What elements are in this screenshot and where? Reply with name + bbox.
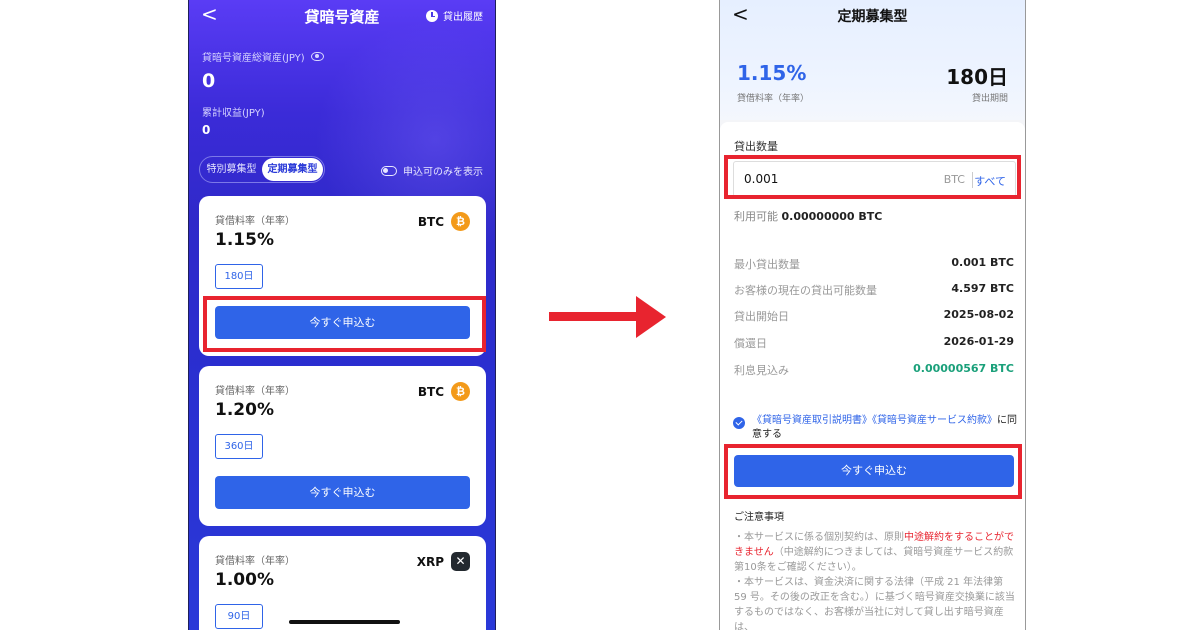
total-assets-value: 0 (202, 70, 216, 92)
tab-regular[interactable]: 定期募集型 (262, 158, 323, 181)
toggle-icon[interactable] (381, 165, 397, 176)
detail-key: 償還日 (734, 337, 767, 350)
rate-value: 1.15% (215, 230, 274, 250)
profit-value: 0 (202, 123, 211, 137)
notes-text: ・本サービスに係る個別契約は、原則中途解約をすることができません（中途解約につき… (734, 530, 1016, 630)
notes-title: ご注意事項 (734, 512, 784, 523)
term-badge: 90日 (215, 604, 263, 629)
toggle-label: 申込可のみを表示 (403, 167, 483, 178)
rate-label: 貸借料率（年率） (737, 94, 810, 104)
coin-tag: BTC ₿ (418, 382, 470, 401)
highlight-box (724, 444, 1022, 499)
highlight-box (203, 296, 486, 352)
available-label: 利用可能 (734, 210, 778, 223)
right-phone-screen: < 定期募集型 1.15% 貸借料率（年率） 180日 貸出期間 貸出数量 0.… (719, 0, 1026, 630)
detail-row: 利息見込み 0.00000567 BTC (734, 362, 1014, 377)
xrp-icon: ✕ (451, 552, 470, 571)
coin-name: BTC (417, 214, 444, 229)
rate-value: 1.20% (215, 400, 274, 420)
bitcoin-icon: ₿ (451, 212, 470, 231)
clock-icon (426, 9, 438, 22)
total-assets-label: 貸暗号資産総資産(JPY) (202, 49, 324, 64)
detail-key: お客様の現在の貸出可能数量 (734, 284, 877, 297)
left-phone-screen: < 貸暗号資産 貸出履歴 貸暗号資産総資産(JPY) 0 累計収益(JPY) 0… (188, 0, 496, 630)
period-label: 貸出期間 (971, 94, 1008, 104)
detail-key: 貸出開始日 (734, 310, 789, 323)
rate-label: 貸借料率（年率） (215, 386, 295, 397)
tab-special[interactable]: 特別募集型 (201, 158, 262, 181)
detail-row: お客様の現在の貸出可能数量 4.597 BTC (734, 282, 1014, 297)
detail-value: 2026-01-29 (943, 335, 1014, 348)
coin-tag: XRP ✕ (417, 552, 470, 571)
apply-button[interactable]: 今すぐ申込む (215, 476, 470, 509)
detail-value: 4.597 BTC (951, 282, 1014, 295)
rate-label: 貸借料率（年率） (215, 556, 295, 567)
detail-key: 利息見込み (734, 364, 789, 377)
highlight-box (724, 155, 1021, 199)
profit-label: 累計収益(JPY) (202, 108, 265, 119)
terms-link[interactable]: 《貸暗号資産取引説明書》《貸暗号資産サービス約款》 (752, 415, 997, 426)
eye-icon[interactable] (310, 52, 324, 61)
left-nav-bar: < 貸暗号資産 貸出履歴 (189, 0, 495, 30)
agreement-text: 《貸暗号資産取引説明書》《貸暗号資産サービス約款》に同意する (752, 414, 1018, 442)
home-indicator[interactable] (289, 620, 400, 624)
detail-row: 貸出開始日 2025-08-02 (734, 308, 1014, 323)
available-balance: 利用可能 0.00000000 BTC (734, 208, 882, 224)
agreement-row: 《貸暗号資産取引説明書》《貸暗号資産サービス約款》に同意する (733, 414, 1018, 442)
term-badge: 180日 (215, 264, 263, 289)
rate-value: 1.15% (737, 61, 807, 85)
term-badge: 360日 (215, 434, 263, 459)
summary-header: < 定期募集型 1.15% 貸借料率（年率） 180日 貸出期間 (720, 0, 1025, 120)
period-value: 180日 (946, 65, 1008, 89)
detail-row: 償還日 2026-01-29 (734, 335, 1014, 350)
coin-tag: BTC ₿ (418, 212, 470, 231)
detail-value: 2025-08-02 (943, 308, 1014, 321)
product-card: 貸借料率（年率） 1.20% BTC ₿ 360日 今すぐ申込む (199, 366, 486, 526)
page-title: 定期募集型 (837, 9, 908, 25)
note1-b: （中途解約につきましては、貸暗号資産サービス約款第10条をご確認ください）。 (734, 547, 1014, 573)
filter-toggle[interactable]: 申込可のみを表示 (381, 163, 483, 178)
arrow-head-icon (636, 296, 666, 338)
total-assets-text: 貸暗号資産総資産(JPY) (202, 53, 305, 64)
bitcoin-icon: ₿ (451, 382, 470, 401)
tab-group: 特別募集型 定期募集型 (199, 156, 325, 183)
detail-key: 最小貸出数量 (734, 258, 800, 271)
history-link[interactable]: 貸出履歴 (426, 8, 483, 23)
detail-value: 0.001 BTC (951, 256, 1014, 269)
coin-name: XRP (416, 554, 444, 569)
coin-name: BTC (417, 384, 444, 399)
interest-value: 0.00000567 BTC (913, 362, 1014, 375)
rate-value: 1.00% (215, 570, 274, 590)
product-card: 貸借料率（年率） 1.00% XRP ✕ 90日 (199, 536, 486, 630)
note2: ・本サービスは、資金決済に関する法律（平成 21 年法律第 59 号。その後の改… (734, 577, 1015, 630)
rate-label: 貸借料率（年率） (215, 216, 295, 227)
arrow-right-icon (549, 312, 641, 321)
history-label: 貸出履歴 (443, 12, 483, 23)
stage: < 貸暗号資産 貸出履歴 貸暗号資産総資産(JPY) 0 累計収益(JPY) 0… (0, 0, 1200, 630)
checkbox-checked-icon[interactable] (733, 417, 745, 429)
note1-a: ・本サービスに係る個別契約は、原則 (734, 532, 904, 543)
quantity-label: 貸出数量 (734, 140, 778, 153)
available-value: 0.00000000 BTC (781, 210, 883, 223)
detail-row: 最小貸出数量 0.001 BTC (734, 256, 1014, 271)
